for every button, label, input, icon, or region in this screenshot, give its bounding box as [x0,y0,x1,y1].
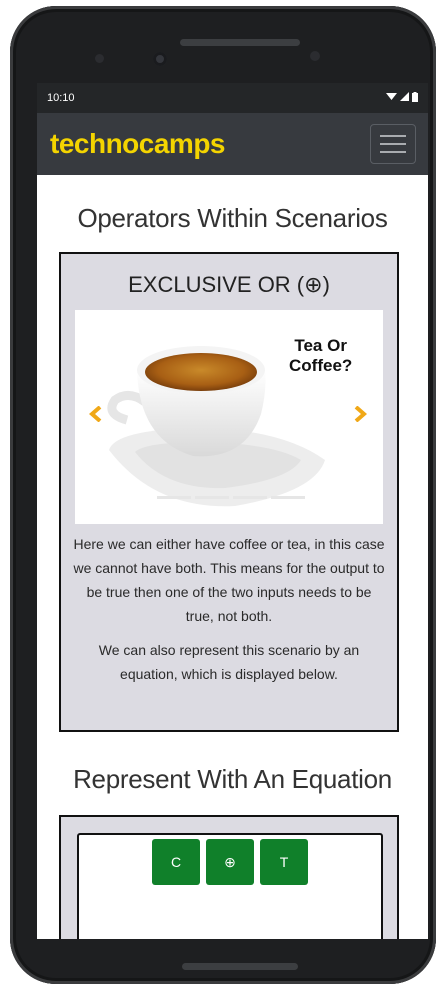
tea-or-coffee-caption: Tea Or Coffee? [289,336,352,376]
chevron-right-icon [354,406,367,422]
equation-card: C ⊕ T [59,815,399,939]
status-icons [386,91,418,105]
status-time: 10:10 [47,92,75,104]
screen: 10:10 technocamps Operators Within Scena… [37,83,428,939]
input-c-button[interactable]: C [152,839,200,885]
carousel-indicators [157,496,305,499]
caption-line: Coffee? [289,356,353,375]
technocamps-logo[interactable]: technocamps [50,128,226,160]
scenario-card: EXCLUSIVE OR (⊕) Tea Or Coffee? Here we … [59,252,399,732]
menu-icon-bar [380,135,406,137]
status-bar: 10:10 [37,83,428,113]
bottom-speaker [182,963,298,970]
menu-icon-bar [380,151,406,153]
equation-intro: We can also represent this scenario by a… [98,642,360,682]
sensor-dot [310,51,320,61]
input-t-button[interactable]: T [260,839,308,885]
wifi-icon [386,92,397,104]
card-title: EXCLUSIVE OR (⊕) [128,272,330,297]
front-camera [153,52,167,66]
caption-line: Tea Or [294,336,347,355]
menu-icon-bar [380,143,406,145]
battery-icon [412,91,418,105]
signal-icon [400,92,409,104]
sensor-dot [95,54,104,63]
carousel-indicator[interactable] [233,496,267,499]
scenario-description: Here we can either have coffee or tea, i… [73,536,385,624]
earpiece-speaker [180,39,300,46]
hamburger-menu-button[interactable] [370,124,416,164]
carousel-indicator[interactable] [271,496,305,499]
carousel-next-button[interactable] [353,406,367,422]
section-title-equation: Represent With An Equation [73,764,392,794]
equation-box: C ⊕ T [77,833,383,939]
xor-operator-button[interactable]: ⊕ [206,839,254,885]
carousel-indicator[interactable] [195,496,229,499]
carousel-prev-button[interactable] [89,406,103,422]
image-carousel[interactable]: Tea Or Coffee? [75,310,383,524]
app-header: technocamps [37,113,428,175]
carousel-indicator[interactable] [157,496,191,499]
phone-frame: 10:10 technocamps Operators Within Scena… [10,6,436,984]
page-title: Operators Within Scenarios [77,203,388,233]
chevron-left-icon [89,406,102,422]
